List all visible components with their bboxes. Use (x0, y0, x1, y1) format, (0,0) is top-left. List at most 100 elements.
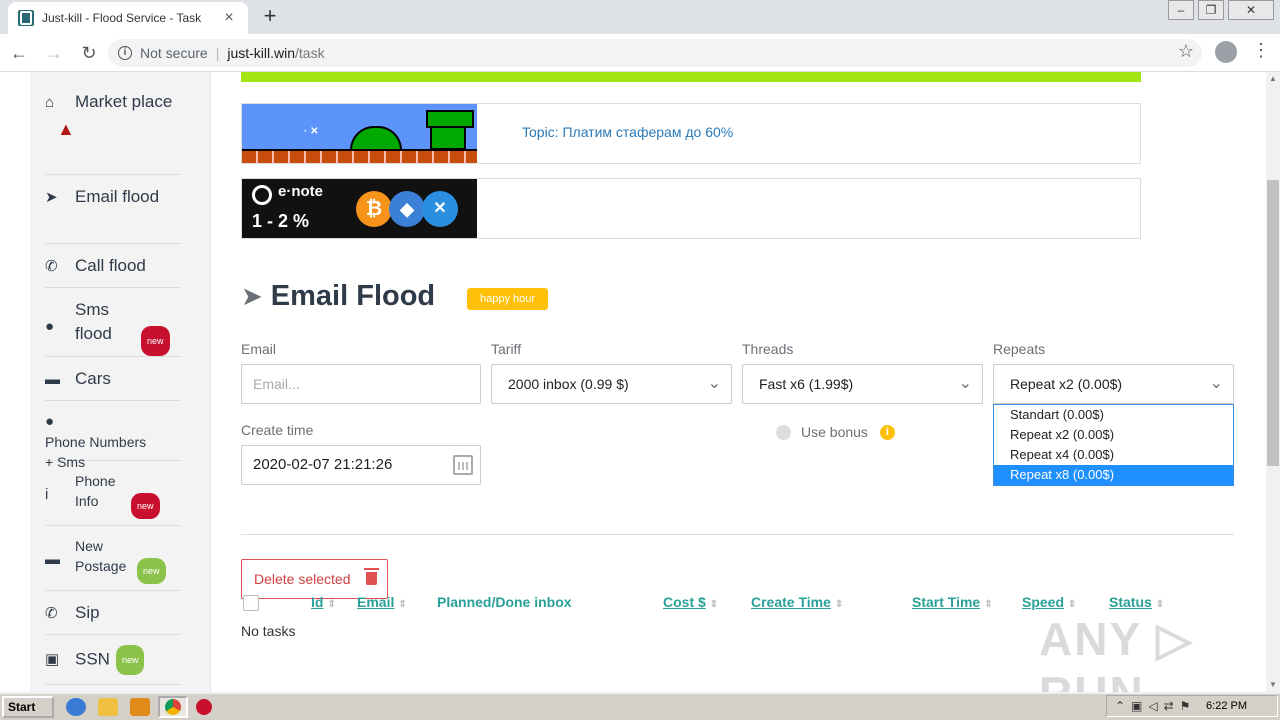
column-header-email[interactable]: Email ⇕ (357, 594, 407, 610)
topic-banner[interactable]: · ✕ Topic: Платим стаферам до 60% (241, 103, 1141, 164)
sidebar: ⌂ Market place ▲ ➤ Email flood ✆ Call flood… (30, 72, 211, 692)
scroll-down-icon[interactable]: ▼ (1266, 678, 1280, 692)
restore-button[interactable]: ❐ (1198, 0, 1224, 20)
forward-icon[interactable]: → (38, 37, 70, 69)
page-gutter (0, 72, 30, 692)
sidebar-item-label: Sms flood (75, 300, 112, 343)
banner-sprite-text: · ✕ (304, 126, 319, 137)
column-header-status[interactable]: Status ⇕ (1109, 594, 1164, 610)
sidebar-item-label: Phone Numbers + Sms (45, 434, 147, 470)
top-green-bar (241, 72, 1141, 82)
folder-icon[interactable] (98, 698, 118, 716)
sidebar-item-label: Phone Info (75, 473, 116, 509)
column-header-speed[interactable]: Speed ⇕ (1022, 594, 1076, 610)
use-bonus-label: Use bonus (801, 424, 868, 440)
internet-explorer-icon[interactable] (66, 698, 86, 716)
scroll-up-icon[interactable]: ▲ (1266, 72, 1280, 86)
email-label: Email (241, 341, 277, 357)
address-bar[interactable]: i Not secure | just-kill.win/task ☆ (108, 39, 1202, 67)
sidebar-item-label: Sip (75, 603, 100, 622)
back-icon[interactable]: ← (3, 37, 35, 69)
happy-hour-badge: happy hour (467, 288, 549, 310)
sidebar-item-cars[interactable]: ▬ Cars (45, 367, 181, 401)
chrome-taskbar-button[interactable] (158, 696, 188, 718)
ground-shape (242, 149, 477, 163)
chevron-down-icon: ⌄ (1209, 375, 1223, 392)
sidebar-item-label: New Postage (75, 538, 127, 574)
sidebar-item-phone-numbers[interactable]: ● Phone Numbers + Sms (45, 411, 181, 470)
enote-banner[interactable]: e·note 1 - 2 % ₿ ◆ ✕ (241, 178, 1141, 239)
bookmark-star-icon[interactable]: ☆ (1178, 41, 1194, 62)
table-header: Id ⇕ Email ⇕ Planned/Done inbox Cost $ ⇕ Cr… (211, 594, 1211, 614)
minimize-button[interactable]: – (1168, 0, 1194, 20)
tab-close-icon[interactable]: × (220, 9, 238, 27)
sidebar-item-label: Email flood (75, 187, 160, 206)
new-badge: new (141, 326, 170, 356)
page-scrollbar[interactable]: ▲ ▼ (1266, 72, 1280, 692)
create-time-field[interactable]: 2020-02-07 21:21:26 (241, 445, 481, 485)
email-field[interactable]: Email... (241, 364, 481, 404)
sidebar-item-label: Cars (75, 369, 111, 388)
pipe-shape (426, 110, 474, 150)
dropdown-option[interactable]: Repeat x2 (0.00$) (994, 425, 1233, 445)
browser-tab[interactable]: Just-kill - Flood Service - Task × (8, 2, 248, 34)
sort-icon: ⇕ (984, 599, 993, 610)
new-badge: new (131, 493, 160, 519)
column-header-cost[interactable]: Cost $ ⇕ (663, 594, 718, 610)
column-header-start-time[interactable]: Start Time ⇕ (912, 594, 993, 610)
tab-title: Just-kill - Flood Service - Task (42, 11, 202, 25)
browser-menu-icon[interactable]: ⋮ (1252, 40, 1270, 61)
sidebar-item-label: SSN (75, 649, 110, 669)
mario-banner-image: · ✕ (242, 104, 477, 163)
topic-link[interactable]: Topic: Платим стаферам до 60% (522, 124, 733, 140)
column-header-planned: Planned/Done inbox (437, 594, 572, 610)
media-player-icon[interactable] (130, 698, 150, 716)
browser-tabbar: Just-kill - Flood Service - Task × + – ❐… (0, 0, 1280, 34)
dropdown-option[interactable]: Standart (0.00$) (994, 405, 1233, 425)
delete-selected-button[interactable]: Delete selected (241, 559, 388, 599)
sidebar-item-phone-info[interactable]: i Phone Info new (45, 471, 181, 526)
start-button[interactable]: Start (2, 696, 54, 718)
sidebar-item-call-flood[interactable]: ✆ Call flood (45, 254, 181, 288)
sidebar-item-label: Call flood (75, 256, 146, 275)
chrome-icon (165, 699, 181, 715)
column-header-create-time[interactable]: Create Time ⇕ (751, 594, 843, 610)
column-header-id[interactable]: Id ⇕ (311, 594, 336, 610)
column-header-label: Create Time (751, 594, 831, 610)
clock: 6:22 PM (1206, 700, 1247, 712)
sidebar-item-email-flood[interactable]: ➤ Email flood (45, 185, 181, 244)
tray-icons[interactable]: ⌃▣◁⇄⚑ (1107, 699, 1206, 713)
threads-select[interactable]: Fast x6 (1.99$) ⌄ (742, 364, 983, 404)
column-header-label: Id (311, 594, 324, 610)
tariff-select[interactable]: 2000 inbox (0.99 $) ⌄ (491, 364, 732, 404)
dropdown-option-highlighted[interactable]: Repeat x8 (0.00$) (994, 465, 1233, 485)
repeats-select[interactable]: Repeat x2 (0.00$) ⌄ (993, 364, 1234, 404)
ethereum-icon: ◆ (389, 191, 425, 227)
sidebar-item-ssn[interactable]: ▣ SSN new (45, 645, 181, 685)
profile-avatar[interactable] (1215, 41, 1237, 63)
repeats-value: Repeat x2 (0.00$) (1010, 376, 1123, 392)
sidebar-item-new-postage[interactable]: ▬ New Postage new (45, 536, 181, 591)
site-info-icon[interactable]: i (118, 46, 132, 60)
enote-brand: e·note (278, 183, 323, 200)
trash-icon (364, 568, 379, 585)
sidebar-item-label: Market place (75, 92, 173, 111)
stop-icon[interactable] (196, 699, 212, 715)
warning-icon: ▲ (57, 119, 75, 139)
bonus-info-icon[interactable]: i (879, 424, 895, 440)
sidebar-item-sms-flood[interactable]: ● Sms flood new (45, 298, 181, 357)
new-tab-button[interactable]: + (258, 4, 282, 28)
reload-icon[interactable]: ↻ (73, 37, 105, 69)
sidebar-item-marketplace[interactable]: ⌂ Market place ▲ (45, 90, 181, 175)
column-header-label: Cost $ (663, 594, 706, 610)
threads-label: Threads (742, 341, 794, 357)
use-bonus-radio[interactable] (776, 424, 791, 440)
calendar-icon[interactable] (453, 455, 473, 475)
browser-toolbar: ← → ↻ i Not secure | just-kill.win/task … (0, 34, 1280, 72)
dropdown-option[interactable]: Repeat x4 (0.00$) (994, 445, 1233, 465)
sidebar-item-sip[interactable]: ✆ Sip (45, 601, 181, 635)
window-close-button[interactable]: ✕ (1228, 0, 1274, 20)
use-bonus[interactable]: Use bonus i (776, 424, 895, 440)
os-taskbar: Start ⌃▣◁⇄⚑ 6:22 PM (0, 692, 1280, 720)
scroll-thumb[interactable] (1267, 180, 1279, 466)
